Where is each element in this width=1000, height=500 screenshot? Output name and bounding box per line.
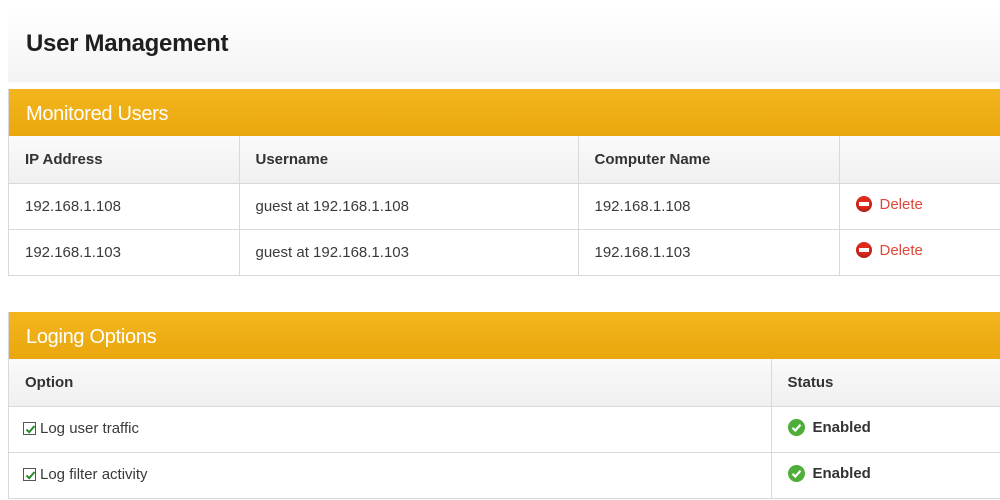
table-row: 192.168.1.108 guest at 192.168.1.108 192… [9,183,1000,230]
monitored-users-header: Monitored Users [9,89,1000,136]
option-label: Log user traffic [40,419,139,437]
status-badge: Enabled [787,418,871,436]
column-header-status[interactable]: Status [771,359,1000,407]
monitored-users-table: IP Address Username Computer Name 192.16… [9,136,1000,276]
delete-label: Delete [879,241,923,259]
column-header-actions [839,136,1000,184]
column-header-ip-address[interactable]: IP Address [9,136,240,184]
status-badge: Enabled [787,464,871,482]
monitored-users-panel: Monitored Users IP Address Username Comp… [8,89,1000,276]
action-cell: Delete [839,183,1000,230]
ip-address-cell: 192.168.1.103 [9,229,240,276]
status-cell: Enabled [771,452,1000,499]
log-filter-activity-option[interactable]: Log filter activity [23,466,148,483]
status-label: Enabled [812,418,871,436]
option-label: Log filter activity [40,465,148,483]
column-header-option[interactable]: Option [9,359,772,407]
checkbox-checked-icon[interactable] [23,467,36,481]
column-header-computer-name[interactable]: Computer Name [578,136,840,184]
username-cell: guest at 192.168.1.108 [239,183,579,230]
delete-circle-icon [855,242,872,259]
log-user-traffic-option[interactable]: Log user traffic [23,420,139,437]
table-header-row: IP Address Username Computer Name [9,136,1000,184]
status-cell: Enabled [771,406,1000,453]
table-row: Log filter activity Enabled [9,452,1000,499]
option-cell: Log filter activity [9,452,772,499]
logging-options-panel: Loging Options Option Status Log user tr… [8,312,1000,499]
computer-name-cell: 192.168.1.103 [578,229,840,276]
column-header-username[interactable]: Username [239,136,579,184]
table-header-row: Option Status [9,359,1000,407]
status-label: Enabled [812,464,871,482]
delete-label: Delete [879,195,923,213]
option-cell: Log user traffic [9,406,772,453]
check-circle-icon [787,464,805,482]
action-cell: Delete [839,229,1000,276]
computer-name-cell: 192.168.1.108 [578,183,840,230]
delete-button[interactable]: Delete [855,195,923,213]
table-row: 192.168.1.103 guest at 192.168.1.103 192… [9,229,1000,276]
page-title: User Management [26,30,229,57]
logging-options-table: Option Status Log user traffic Enabled L… [9,359,1000,499]
username-cell: guest at 192.168.1.103 [239,229,579,276]
page-header: User Management [8,10,1000,82]
logging-options-header: Loging Options [9,312,1000,359]
ip-address-cell: 192.168.1.108 [9,183,240,230]
check-circle-icon [787,418,805,436]
checkbox-checked-icon[interactable] [23,421,36,435]
delete-circle-icon [855,196,872,213]
delete-button[interactable]: Delete [855,241,923,259]
table-row: Log user traffic Enabled [9,406,1000,453]
